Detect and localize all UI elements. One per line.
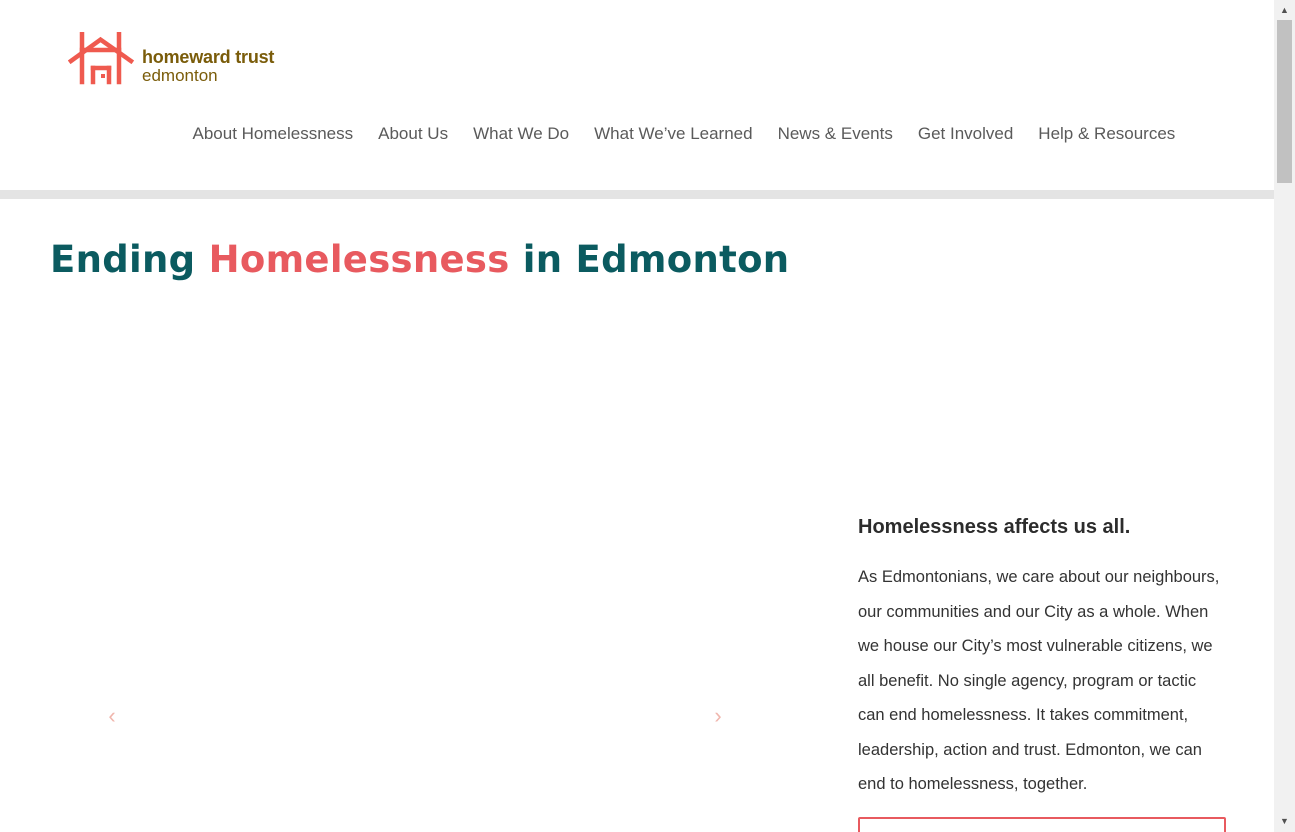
- image-slider: ‹ ›: [90, 300, 740, 832]
- scrollbar-thumb[interactable]: [1277, 20, 1292, 183]
- nav-item-what-weve-learned[interactable]: What We’ve Learned: [582, 124, 765, 144]
- nav-item-help-resources[interactable]: Help & Resources: [1026, 124, 1188, 144]
- main-nav: About Homelessness About Us What We Do W…: [180, 124, 1188, 144]
- page: homeward trust edmonton About Homelessne…: [0, 0, 1274, 832]
- nav-item-about-us[interactable]: About Us: [366, 124, 461, 144]
- chevron-left-icon[interactable]: ‹: [100, 704, 124, 728]
- nav-item-news-events[interactable]: News & Events: [765, 124, 905, 144]
- title-part-ending: Ending: [50, 238, 209, 281]
- logo-text-secondary: edmonton: [142, 66, 218, 85]
- nav-item-about-homelessness[interactable]: About Homelessness: [180, 124, 366, 144]
- scroll-down-icon[interactable]: ▼: [1274, 813, 1295, 830]
- scroll-up-icon[interactable]: ▲: [1274, 2, 1295, 19]
- nav-item-get-involved[interactable]: Get Involved: [905, 124, 1025, 144]
- intro-panel: Homelessness affects us all. As Edmonton…: [858, 514, 1228, 802]
- chevron-right-icon[interactable]: ›: [706, 704, 730, 728]
- site-logo[interactable]: homeward trust edmonton: [68, 32, 298, 88]
- title-accent-homelessness: Homelessness: [208, 238, 510, 281]
- logo-text-primary: homeward trust: [142, 47, 275, 67]
- house-h-icon: [68, 32, 135, 85]
- intro-heading: Homelessness affects us all.: [858, 516, 1131, 538]
- vertical-scrollbar[interactable]: ▲ ▼: [1274, 0, 1295, 832]
- intro-body: As Edmontonians, we care about our neigh…: [858, 568, 1220, 793]
- title-part-in-edmonton: in Edmonton: [509, 238, 790, 281]
- header-divider: [0, 190, 1274, 199]
- page-title: Ending Homelessness in Edmonton: [50, 238, 789, 281]
- intro-cta-button[interactable]: [858, 817, 1226, 832]
- nav-item-what-we-do[interactable]: What We Do: [461, 124, 582, 144]
